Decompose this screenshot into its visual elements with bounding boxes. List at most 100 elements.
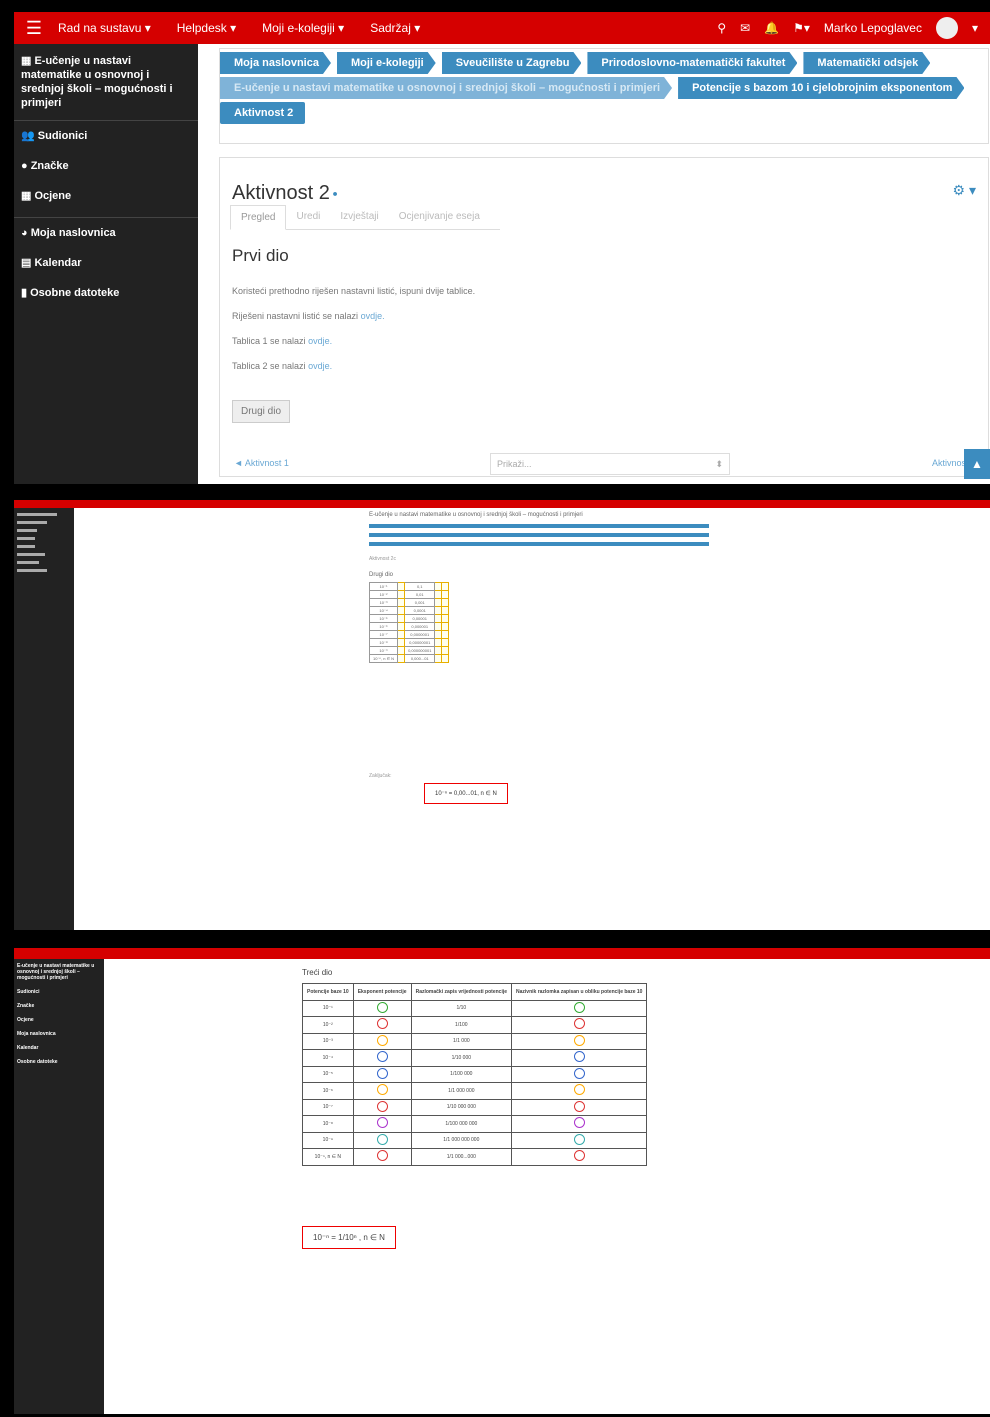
tab-ocjenjivanje[interactable]: Ocjenjivanje eseja — [389, 205, 490, 229]
input-cell[interactable] — [441, 654, 450, 663]
menu-rad-na-sustavu[interactable]: Rad na sustavu ▾ — [58, 21, 151, 35]
section-heading: Prvi dio — [232, 246, 289, 265]
tab-uredi[interactable]: Uredi — [286, 205, 330, 229]
input-cell[interactable] — [441, 638, 450, 647]
link-ovdje[interactable]: ovdje. — [361, 311, 385, 321]
input-cell[interactable] — [397, 598, 406, 607]
sidebar-item-ocjene[interactable]: ▦ Ocjene — [14, 181, 198, 211]
sidebar-item-course[interactable]: ▦ E-učenje u nastavi matematike u osnovn… — [14, 44, 198, 121]
circle-marker — [573, 1150, 585, 1162]
search-icon[interactable]: ⚲ — [717, 21, 726, 35]
input-cell[interactable] — [441, 590, 450, 599]
cell: 0,00000001 — [404, 638, 436, 647]
input-cell[interactable] — [434, 590, 443, 599]
cell: 1/100 000 000 — [410, 1115, 513, 1133]
jump-to-select[interactable]: Prikaži... ⬍ — [490, 453, 730, 475]
menu-sadrzaj[interactable]: Sadržaj ▾ — [370, 21, 420, 35]
cell: 0,1 — [404, 582, 436, 591]
breadcrumb-item[interactable]: Matematički odsjek — [803, 52, 930, 74]
link-ovdje[interactable]: ovdje. — [308, 361, 332, 371]
hamburger-menu-icon[interactable]: ☰ — [14, 18, 54, 39]
input-cell[interactable] — [441, 614, 450, 623]
next-part-button[interactable]: Drugi dio — [232, 400, 291, 423]
input-cell[interactable] — [397, 606, 406, 615]
user-name[interactable]: Marko Lepoglavec — [824, 21, 922, 35]
help-icon[interactable]: ● — [330, 189, 337, 199]
input-cell[interactable] — [434, 630, 443, 639]
breadcrumb-item[interactable]: Prirodoslovno-matematički fakultet — [587, 52, 797, 74]
cell: 10⁻² — [302, 1016, 354, 1034]
input-cell[interactable] — [434, 582, 443, 591]
sidebar-item[interactable]: E-učenje u nastavi matematike u osnovnoj… — [14, 959, 104, 985]
input-cell[interactable] — [434, 638, 443, 647]
input-cell[interactable] — [441, 582, 450, 591]
input-cell[interactable] — [397, 646, 406, 655]
prev-activity-link[interactable]: ◄ Aktivnost 1 — [234, 458, 289, 468]
cell: 1/1 000 000 000 — [410, 1131, 513, 1149]
table-row: 10⁻² 1/100 — [302, 1016, 648, 1034]
sidebar-item-moja-naslovnica[interactable]: ◕ Moja naslovnica — [14, 218, 198, 248]
input-cell[interactable] — [397, 614, 406, 623]
input-cell[interactable] — [441, 646, 450, 655]
menu-helpdesk[interactable]: Helpdesk ▾ — [177, 21, 236, 35]
input-cell[interactable] — [434, 622, 443, 631]
input-cell[interactable] — [434, 606, 443, 615]
tab-pregled[interactable]: Pregled — [230, 205, 287, 230]
sidebar-item[interactable]: Sudionici — [14, 985, 104, 999]
circle-marker — [573, 1100, 585, 1112]
cell: 1/100 — [410, 1016, 513, 1034]
course-header: E-učenje u nastavi matematike u osnovnoj… — [369, 512, 583, 518]
input-cell[interactable] — [397, 622, 406, 631]
breadcrumb-item[interactable]: E-učenje u nastavi matematike u osnovnoj… — [220, 77, 672, 99]
input-cell[interactable] — [441, 630, 450, 639]
breadcrumb-item[interactable]: Aktivnost 2 — [220, 102, 306, 124]
input-cell[interactable] — [434, 598, 443, 607]
input-cell[interactable] — [434, 646, 443, 655]
input-cell[interactable] — [441, 622, 450, 631]
cell: 1/10 000 000 — [410, 1098, 513, 1116]
breadcrumb-item[interactable]: Potencije s bazom 10 i cjelobrojnim eksp… — [678, 77, 964, 99]
sidebar-item-osobne-datoteke[interactable]: ▮ Osobne datoteke — [14, 278, 198, 308]
cell: 10⁻ⁿ, n ∈ N — [368, 654, 399, 663]
cell: 0,000...01 — [404, 654, 436, 663]
tab-izvjestaji[interactable]: Izvještaji — [330, 205, 388, 229]
sidebar-item[interactable]: Ocjene — [14, 1013, 104, 1027]
input-cell[interactable] — [397, 590, 406, 599]
gear-icon[interactable]: ⚙ ▾ — [953, 182, 976, 199]
input-cell[interactable] — [434, 614, 443, 623]
circle-marker — [573, 1051, 585, 1063]
input-cell[interactable] — [441, 598, 450, 607]
input-cell[interactable] — [397, 654, 406, 663]
cell: 10⁻³ — [368, 598, 399, 607]
sidebar-item[interactable]: Značke — [14, 999, 104, 1013]
chevron-down-icon[interactable]: ▾ — [972, 21, 978, 35]
cell: 0,001 — [404, 598, 436, 607]
bell-icon[interactable]: 🔔 — [764, 21, 779, 35]
input-cell[interactable] — [397, 630, 406, 639]
cell: 0,0000001 — [404, 630, 436, 639]
sidebar-item[interactable]: Kalendar — [14, 1041, 104, 1055]
menu-moji-e-kolegiji[interactable]: Moji e-kolegiji ▾ — [262, 21, 344, 35]
main-content: Aktivnost 2 ● ⚙ ▾ Pregled Uredi Izvješta… — [219, 157, 989, 477]
mail-icon[interactable]: ✉ — [740, 21, 750, 35]
sidebar-item[interactable]: Osobne datoteke — [14, 1055, 104, 1069]
sidebar-item-sudionici[interactable]: 👥 Sudionici — [14, 121, 198, 151]
input-cell[interactable] — [434, 654, 443, 663]
breadcrumb-item[interactable]: Sveučilište u Zagrebu — [442, 52, 582, 74]
input-cell[interactable] — [397, 582, 406, 591]
sidebar-item-znacke[interactable]: ● Značke — [14, 151, 198, 181]
sidebar-item[interactable]: Moja naslovnica — [14, 1027, 104, 1041]
breadcrumb-item[interactable]: Moji e-kolegiji — [337, 52, 436, 74]
flag-icon[interactable]: ⚑▾ — [793, 21, 810, 35]
cell — [352, 999, 412, 1017]
link-ovdje[interactable]: ovdje. — [308, 336, 332, 346]
main-content: Treći dio Potencije baze 10 Eksponent po… — [302, 968, 802, 1249]
input-cell[interactable] — [397, 638, 406, 647]
avatar[interactable] — [935, 17, 958, 39]
cell — [352, 1065, 412, 1083]
input-cell[interactable] — [441, 606, 450, 615]
scroll-top-button[interactable]: ▲ — [964, 449, 990, 479]
sidebar-item-kalendar[interactable]: ▤ Kalendar — [14, 248, 198, 278]
moodle-screenshot-2: E-učenje u nastavi matematike u osnovnoj… — [14, 500, 990, 930]
breadcrumb-item[interactable]: Moja naslovnica — [220, 52, 331, 74]
